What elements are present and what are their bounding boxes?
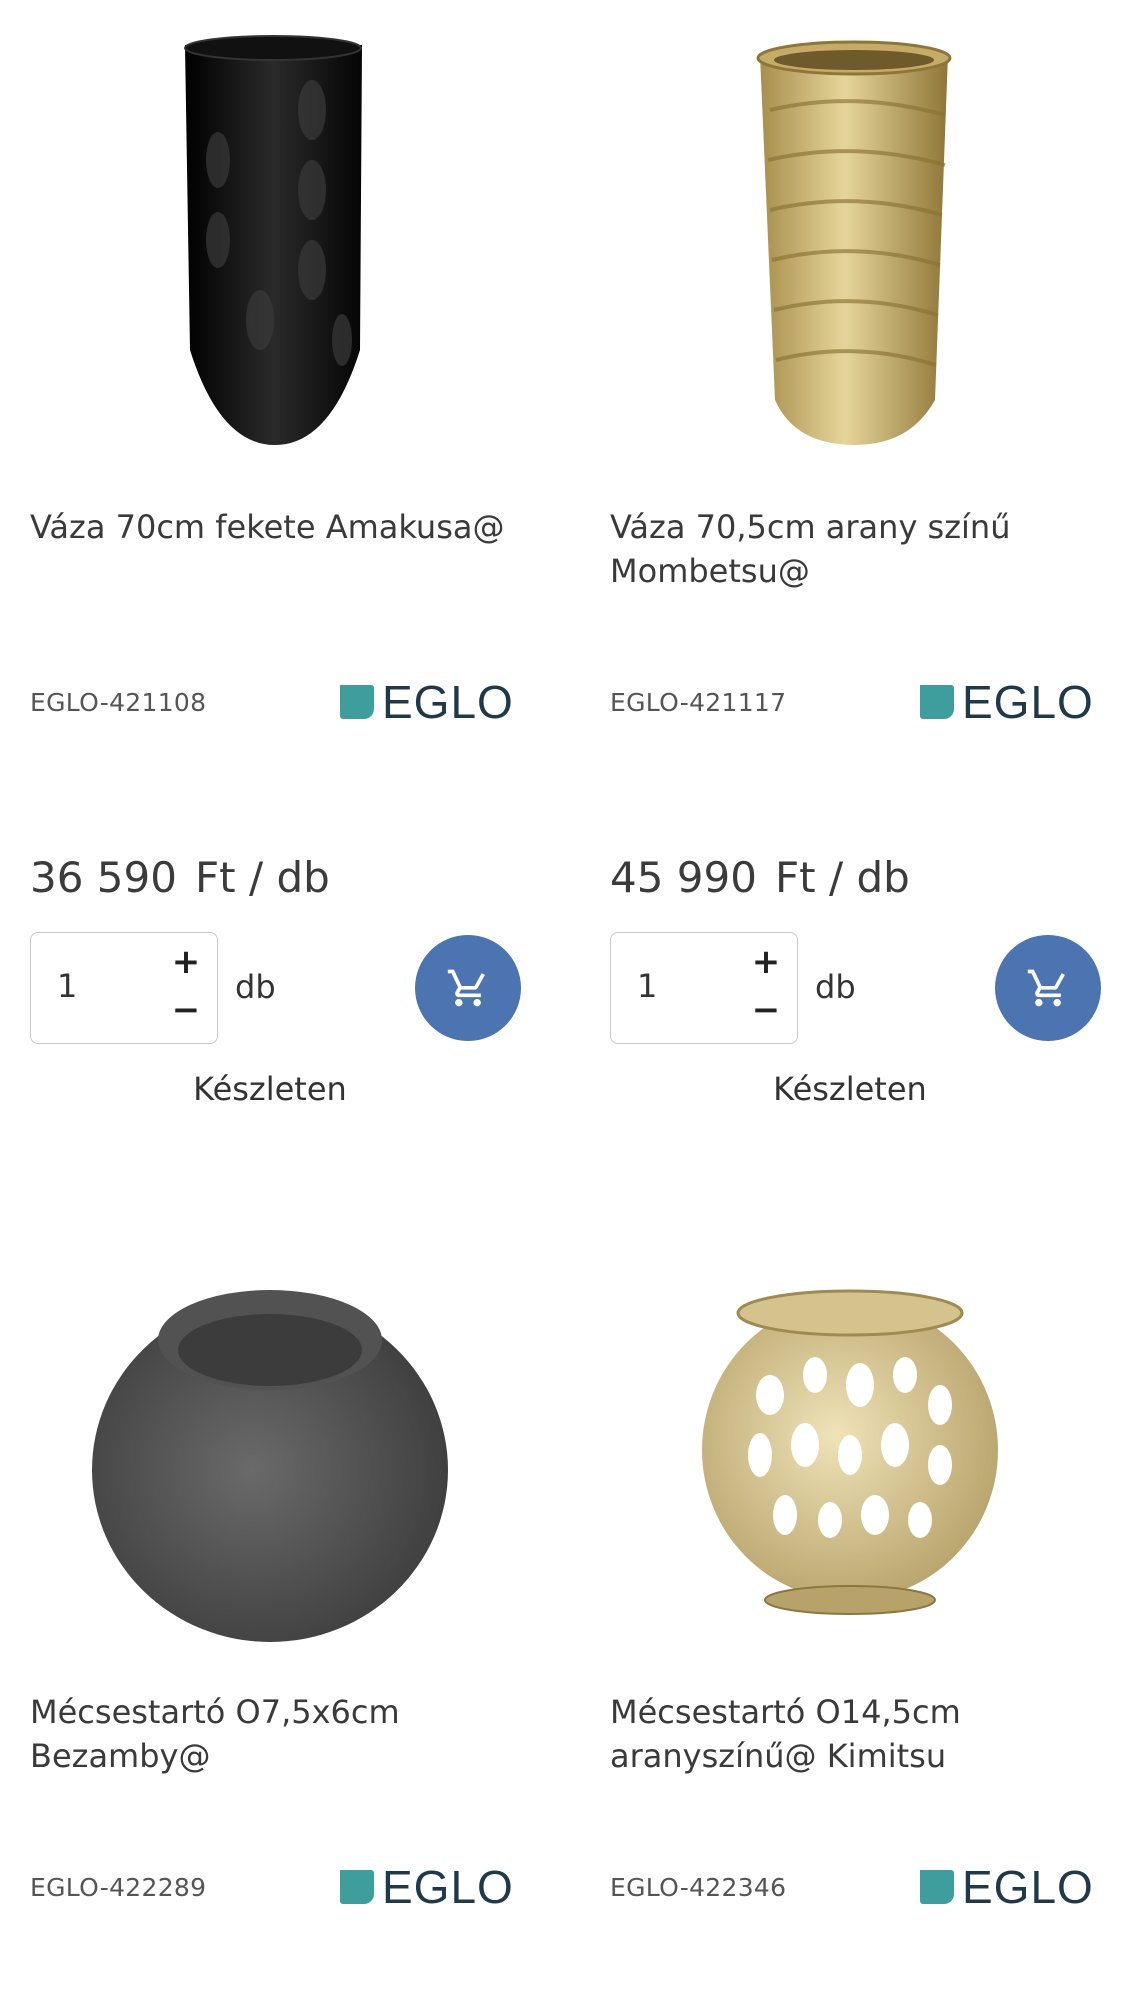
price-unit: Ft / db (774, 853, 910, 902)
brand-logo: EGLO (920, 676, 1094, 728)
product-title[interactable]: Váza 70,5cm arany színű Mombetsu@ (610, 505, 1090, 593)
brand-mark-icon (340, 685, 374, 719)
brand-mark-icon (920, 1870, 954, 1904)
price-value: 45 990 (610, 853, 757, 902)
stock-status: Készleten (773, 1070, 927, 1108)
quantity-unit: db (235, 968, 276, 1006)
quantity-unit: db (815, 968, 856, 1006)
quantity-input[interactable]: 1 (637, 967, 657, 1005)
brand-name: EGLO (962, 1861, 1094, 1913)
brand-name: EGLO (382, 1861, 514, 1913)
brand-mark-icon (340, 1870, 374, 1904)
increment-button[interactable]: + (171, 945, 201, 979)
quantity-stepper[interactable]: 1 + − (610, 932, 798, 1044)
product-price: 36 590 Ft / db (30, 853, 330, 902)
brand-name: EGLO (962, 676, 1094, 728)
product-image-gold-vase[interactable] (610, 20, 1090, 470)
add-to-cart-button[interactable] (995, 935, 1101, 1041)
brand-logo: EGLO (340, 1861, 514, 1913)
price-unit: Ft / db (194, 853, 330, 902)
brand-mark-icon (920, 685, 954, 719)
brand-logo: EGLO (340, 676, 514, 728)
add-to-cart-button[interactable] (415, 935, 521, 1041)
brand-name: EGLO (382, 676, 514, 728)
product-image-gold-candle-holder[interactable] (610, 1205, 1090, 1655)
product-title[interactable]: Váza 70cm fekete Amakusa@ (30, 505, 510, 549)
product-image-black-vase[interactable] (30, 20, 510, 470)
cart-icon (1027, 969, 1065, 1007)
stock-status: Készleten (193, 1070, 347, 1108)
product-image-grey-candle-holder[interactable] (30, 1205, 510, 1655)
decrement-button[interactable]: − (171, 993, 201, 1027)
product-sku: EGLO-421117 (610, 688, 787, 717)
product-sku: EGLO-422346 (610, 1873, 787, 1902)
quantity-input[interactable]: 1 (57, 967, 77, 1005)
price-value: 36 590 (30, 853, 177, 902)
brand-logo: EGLO (920, 1861, 1094, 1913)
product-title[interactable]: Mécsestartó O14,5cm aranyszínű@ Kimitsu (610, 1690, 1090, 1778)
product-price: 45 990 Ft / db (610, 853, 910, 902)
product-title[interactable]: Mécsestartó O7,5x6cm Bezamby@ (30, 1690, 510, 1778)
product-sku: EGLO-421108 (30, 688, 207, 717)
decrement-button[interactable]: − (751, 993, 781, 1027)
product-sku: EGLO-422289 (30, 1873, 207, 1902)
quantity-stepper[interactable]: 1 + − (30, 932, 218, 1044)
cart-icon (447, 969, 485, 1007)
increment-button[interactable]: + (751, 945, 781, 979)
